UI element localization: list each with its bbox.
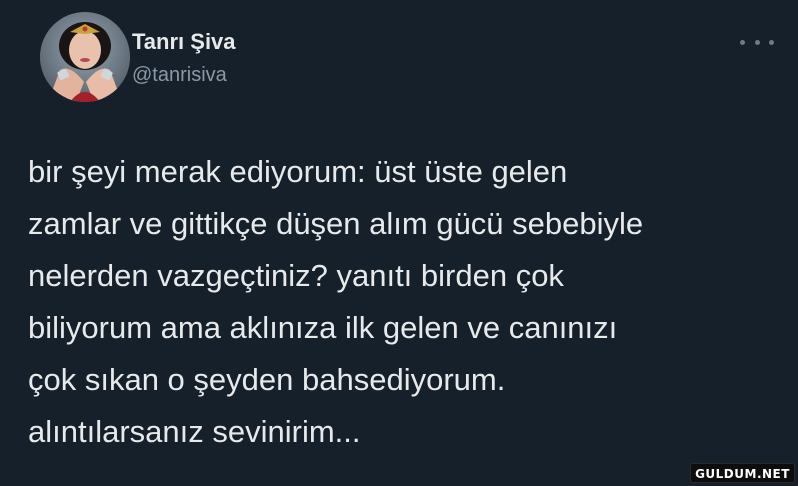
dot [754, 39, 760, 45]
dot [769, 39, 774, 45]
tweet-text-line: zamlar ve gittikçe düşen alım gücü sebeb… [28, 206, 644, 241]
user-info: Tanrı Şiva @tanrisiva [132, 28, 236, 87]
tweet-card: Tanrı Şiva @tanrisiva bir şeyi merak edi… [0, 0, 798, 486]
avatar[interactable] [40, 12, 130, 102]
tweet-text-line: alıntılarsanız sevinirim... [28, 414, 361, 449]
tweet-text-line: bir şeyi merak ediyorum: üst üste gelen [28, 154, 568, 189]
tweet-text-line: çok sıkan o şeyden bahsediyorum. [28, 362, 506, 397]
dot [740, 39, 745, 45]
tweet-text-line: nelerden vazgeçtiniz? yanıtı birden çok [28, 258, 564, 293]
avatar-image [40, 12, 130, 102]
tweet-text: bir şeyi merak ediyorum: üst üste gelen … [28, 146, 788, 458]
display-name[interactable]: Tanrı Şiva [132, 28, 236, 56]
user-handle[interactable]: @tanrisiva [132, 63, 236, 87]
tweet-text-line: biliyorum ama aklınıza ilk gelen ve canı… [28, 310, 618, 345]
ellipsis-icon[interactable] [740, 32, 774, 52]
watermark-logo: GULDUM.NET [690, 463, 795, 483]
